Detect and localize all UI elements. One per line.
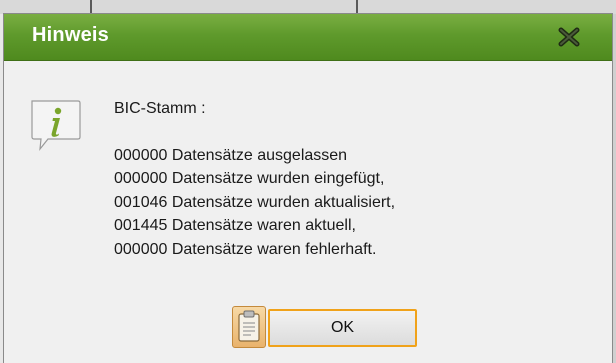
message-line: 000000 Datensätze ausgelassen [114, 146, 348, 164]
background-window-strip [0, 0, 616, 14]
copy-to-clipboard-button[interactable] [232, 306, 266, 348]
ok-button-label: OK [330, 319, 355, 336]
message-text: BIC-Stamm : 000000 Datensätze ausgelasse… [114, 97, 594, 261]
dialog-titlebar[interactable]: Hinweis [4, 14, 612, 61]
message-line: 000000 Datensätze wurden eingefügt, [114, 170, 385, 187]
message-line: 001445 Datensätze waren aktuell, [114, 217, 356, 234]
background-separator [90, 0, 92, 14]
hinweis-dialog: Hinweis BIC-Stamm : 000000 Datensätze au… [4, 14, 612, 363]
message-line: 001046 Datensätze wurden aktualisiert, [114, 193, 396, 211]
info-icon [31, 100, 81, 151]
message-line: 000000 Datensätze waren fehlerhaft. [114, 240, 377, 258]
dialog-content: BIC-Stamm : 000000 Datensätze ausgelasse… [4, 61, 612, 363]
message-heading: BIC-Stamm : [114, 100, 206, 117]
close-icon [558, 27, 580, 47]
ok-button[interactable]: OK [268, 309, 417, 347]
close-button[interactable] [554, 22, 584, 52]
dialog-title: Hinweis [32, 24, 109, 46]
clipboard-icon [238, 310, 260, 342]
background-window-edge [612, 14, 616, 363]
background-separator [356, 0, 358, 14]
